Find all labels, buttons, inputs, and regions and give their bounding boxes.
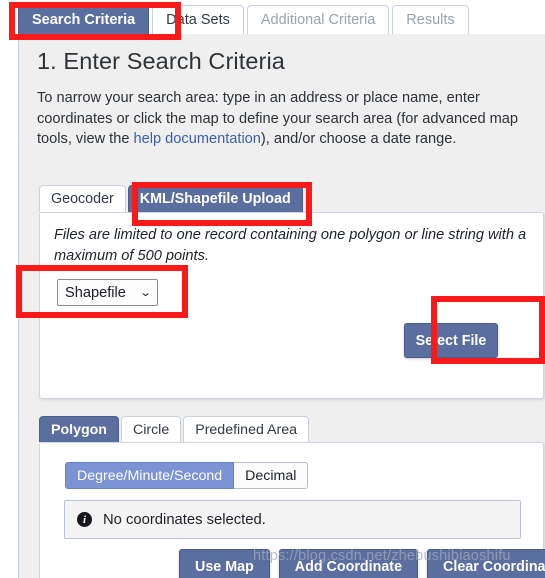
coordinate-card: Degree/Minute/Second Decimal i No coordi…	[39, 442, 545, 578]
add-coordinate-button[interactable]: Add Coordinate	[278, 549, 419, 578]
coordinate-status-bar: i No coordinates selected.	[64, 500, 521, 539]
coordinate-status-text: No coordinates selected.	[103, 511, 266, 528]
help-documentation-link[interactable]: help documentation	[134, 131, 261, 147]
select-file-button[interactable]: Select File	[404, 323, 498, 358]
tab-data-sets-label: Data Sets	[166, 12, 230, 29]
subtab-geocoder[interactable]: Geocoder	[39, 185, 126, 212]
info-icon: i	[77, 512, 92, 527]
search-subtab-strip: Geocoder KML/Shapefile Upload	[39, 185, 305, 212]
subtab-kml-shapefile-upload[interactable]: KML/Shapefile Upload	[127, 185, 303, 212]
subtab-geocoder-label: Geocoder	[51, 191, 114, 207]
tab-results-label: Results	[406, 12, 455, 29]
tab-results[interactable]: Results	[392, 5, 469, 35]
spatial-tab-circle[interactable]: Circle	[120, 416, 182, 442]
intro-text-after-link: ), and/or choose a date range.	[260, 131, 457, 147]
spatial-tab-strip: Polygon Circle Predefined Area	[39, 416, 311, 442]
upload-note: Files are limited to one record containi…	[54, 227, 527, 264]
select-file-button-label: Select File	[415, 332, 487, 349]
spatial-tab-polygon-label: Polygon	[51, 421, 107, 438]
tab-additional-criteria-label: Additional Criteria	[260, 12, 376, 29]
format-button-dms-label: Degree/Minute/Second	[77, 467, 223, 484]
clear-coordinates-button[interactable]: Clear Coordinates	[427, 549, 545, 578]
coordinate-action-buttons: Use Map Add Coordinate Clear Coordinates	[179, 549, 545, 578]
main-tab-strip: Search Criteria Data Sets Additional Cri…	[18, 2, 545, 35]
eros-search-criteria-screen: Search Criteria Data Sets Additional Cri…	[0, 0, 545, 578]
spatial-tab-circle-label: Circle	[132, 421, 170, 438]
format-button-decimal[interactable]: Decimal	[234, 462, 309, 489]
tab-search-criteria-label: Search Criteria	[32, 12, 136, 29]
tab-additional-criteria[interactable]: Additional Criteria	[246, 5, 390, 35]
use-map-button-label: Use Map	[195, 558, 254, 575]
clear-coordinates-button-label: Clear Coordinates	[443, 558, 545, 575]
add-coordinate-button-label: Add Coordinate	[294, 558, 403, 575]
tab-data-sets[interactable]: Data Sets	[152, 5, 244, 35]
spatial-tab-predefined-area-label: Predefined Area	[195, 421, 297, 438]
format-button-dms[interactable]: Degree/Minute/Second	[65, 462, 235, 489]
file-type-select-value: Shapefile	[65, 284, 126, 301]
intro-paragraph: To narrow your search area: type in an a…	[37, 88, 533, 150]
search-criteria-panel: 1. Enter Search Criteria To narrow your …	[18, 34, 545, 578]
page-title: 1. Enter Search Criteria	[37, 48, 285, 74]
tab-search-criteria[interactable]: Search Criteria	[18, 5, 150, 35]
use-map-button[interactable]: Use Map	[179, 549, 270, 578]
chevron-down-icon: ⌄	[139, 287, 152, 299]
upload-card: Files are limited to one record containi…	[39, 212, 544, 399]
spatial-tab-polygon[interactable]: Polygon	[39, 416, 119, 442]
format-button-decimal-label: Decimal	[245, 467, 297, 484]
coordinate-format-toggle: Degree/Minute/Second Decimal	[65, 462, 309, 489]
file-type-select[interactable]: Shapefile ⌄	[57, 279, 158, 306]
subtab-kml-shapefile-upload-label: KML/Shapefile Upload	[139, 191, 291, 207]
spatial-tab-predefined-area[interactable]: Predefined Area	[183, 416, 309, 442]
